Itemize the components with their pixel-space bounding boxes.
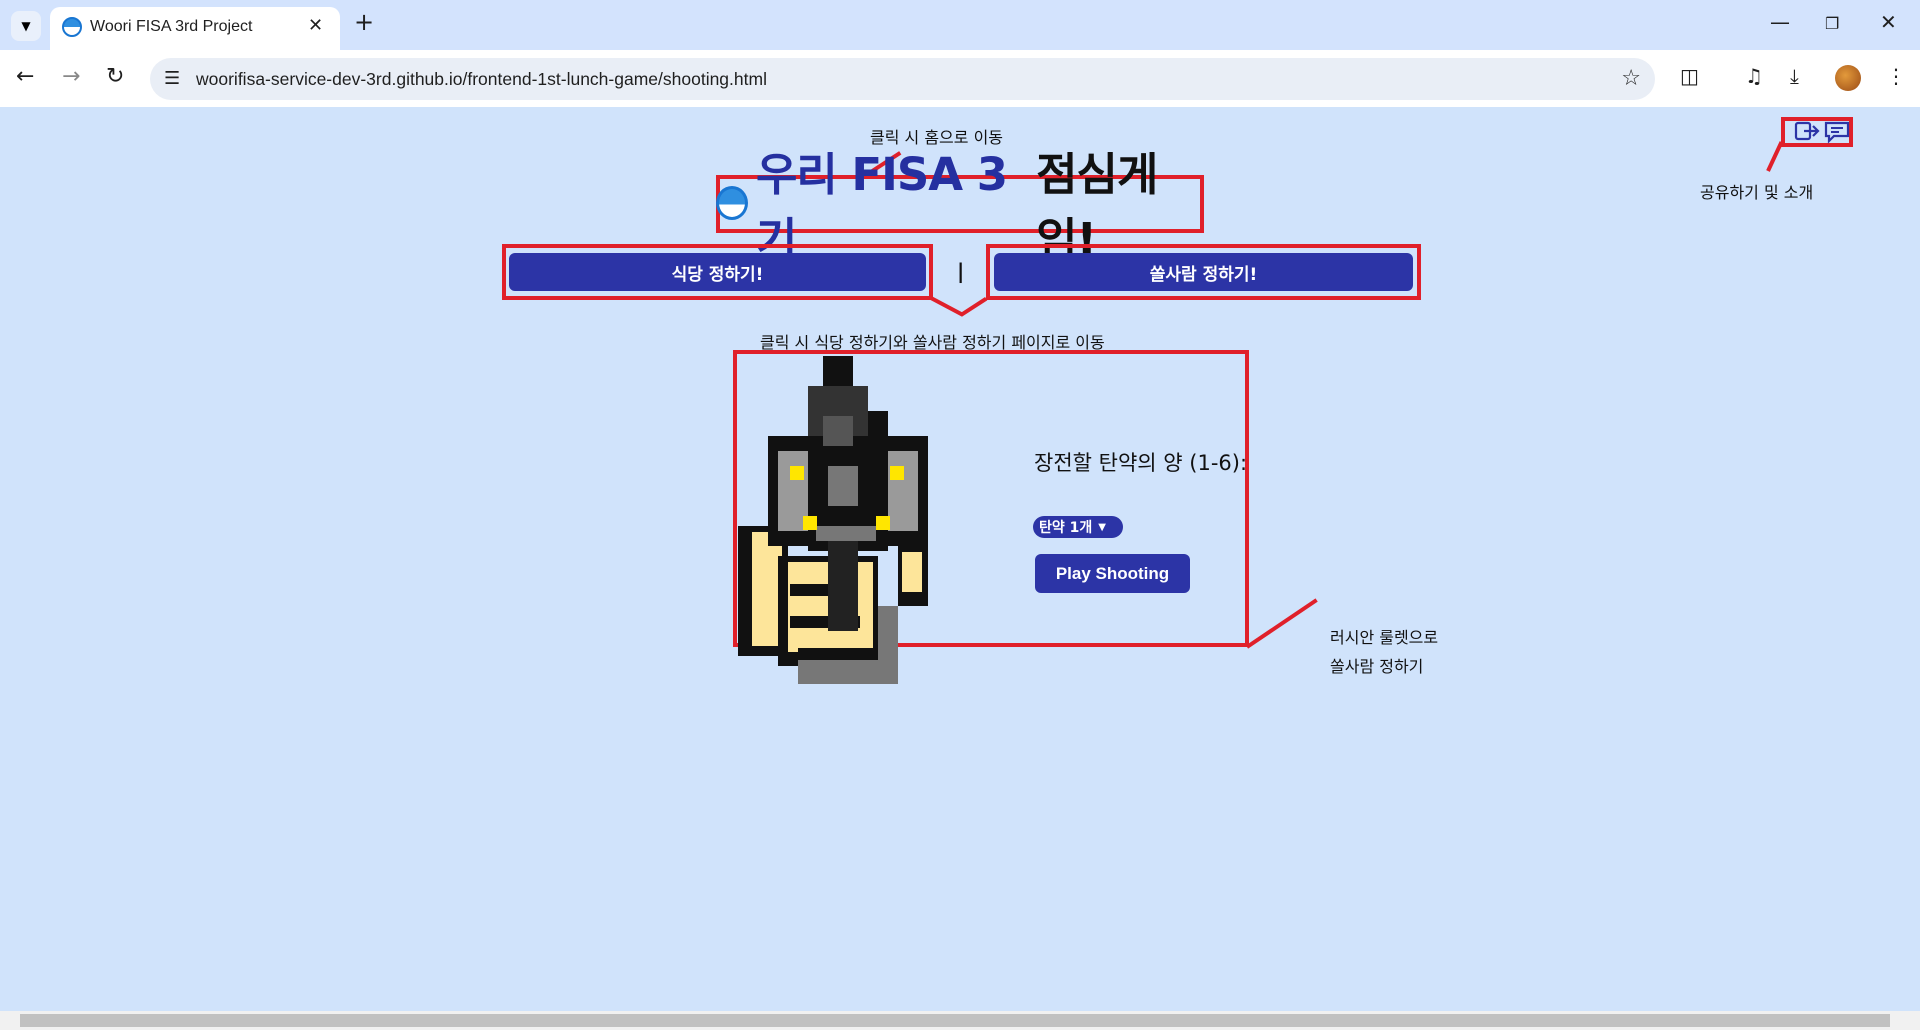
reload-icon[interactable]: ↻ bbox=[106, 64, 124, 89]
annotation-line bbox=[959, 296, 988, 317]
extensions-icon[interactable]: ◫ bbox=[1680, 64, 1699, 88]
browser-tabbar: ▼ Woori FISA 3rd Project ✕ + — ❐ ✕ bbox=[0, 0, 1920, 50]
minimize-icon[interactable]: — bbox=[1770, 10, 1790, 34]
horizontal-scrollbar[interactable] bbox=[0, 1011, 1920, 1030]
favicon-icon bbox=[62, 17, 82, 37]
annotation-roulette-1: 러시안 룰렛으로 bbox=[1330, 628, 1439, 647]
site-info-icon[interactable]: ☰ bbox=[164, 68, 180, 89]
avatar[interactable] bbox=[1835, 65, 1861, 91]
share-icons bbox=[1788, 117, 1850, 147]
logo-icon bbox=[716, 186, 748, 220]
comment-icon[interactable] bbox=[1824, 121, 1854, 145]
tab-search-button[interactable]: ▼ bbox=[11, 11, 41, 41]
annotation-roulette-2: 쏠사람 정하기 bbox=[1330, 657, 1424, 676]
page-title[interactable]: 우리 FISA 3기 점심게임! bbox=[716, 148, 1204, 266]
annotation-share: 공유하기 및 소개 bbox=[1700, 183, 1814, 202]
ammo-select-value: 탄약 1개 bbox=[1039, 520, 1093, 536]
chevron-down-icon: ▼ bbox=[21, 19, 31, 33]
url-text[interactable]: woorifisa-service-dev-3rd.github.io/fron… bbox=[196, 69, 767, 90]
annotation-line bbox=[1245, 598, 1318, 649]
scrollbar-thumb[interactable] bbox=[20, 1014, 1890, 1027]
close-icon[interactable]: ✕ bbox=[308, 15, 323, 36]
restore-icon[interactable]: ❐ bbox=[1825, 14, 1839, 33]
menu-icon[interactable]: ⋮ bbox=[1886, 64, 1906, 88]
nav-restaurant-button[interactable]: 식당 정하기! bbox=[509, 253, 926, 291]
download-icon[interactable]: ⤓ bbox=[1790, 64, 1799, 88]
tab-title: Woori FISA 3rd Project bbox=[90, 18, 253, 35]
revolver-image bbox=[738, 356, 928, 684]
ammo-label: 장전할 탄약의 양 (1-6): bbox=[1034, 451, 1248, 475]
nav-separator: | bbox=[957, 259, 965, 283]
page-content: 클릭 시 홈으로 이동 우리 FISA 3기 점심게임! 공유하기 및 소개 식… bbox=[0, 107, 1920, 1011]
ammo-select[interactable]: 탄약 1개 ▼ bbox=[1033, 516, 1123, 538]
back-icon[interactable]: ← bbox=[16, 64, 34, 89]
active-tab[interactable]: Woori FISA 3rd Project ✕ bbox=[50, 7, 340, 50]
media-icon[interactable]: ♫ bbox=[1745, 64, 1763, 88]
annotation-line bbox=[930, 296, 964, 317]
forward-icon[interactable]: → bbox=[62, 64, 80, 89]
window-close-icon[interactable]: ✕ bbox=[1880, 10, 1897, 34]
star-icon[interactable]: ☆ bbox=[1621, 66, 1641, 91]
chevron-down-icon: ▼ bbox=[1098, 521, 1106, 533]
nav-payer-button[interactable]: 쏠사람 정하기! bbox=[994, 253, 1413, 291]
play-shooting-button[interactable]: Play Shooting bbox=[1035, 554, 1190, 593]
browser-toolbar: ← → ↻ ☰ woorifisa-service-dev-3rd.github… bbox=[0, 50, 1920, 107]
address-bar[interactable]: ☰ woorifisa-service-dev-3rd.github.io/fr… bbox=[150, 58, 1655, 100]
plus-icon[interactable]: + bbox=[354, 8, 374, 36]
annotation-line bbox=[1766, 141, 1784, 172]
